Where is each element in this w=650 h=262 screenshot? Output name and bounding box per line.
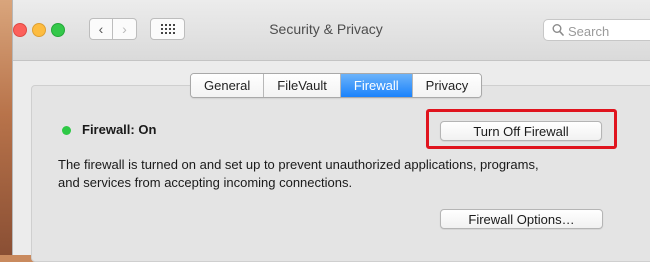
firewall-status-indicator <box>62 126 71 135</box>
firewall-description: The firewall is turned on and set up to … <box>58 156 598 192</box>
tab-filevault[interactable]: FileVault <box>263 74 340 97</box>
title-bar: ‹ › Security & Privacy <box>13 0 650 61</box>
turn-off-firewall-button[interactable]: Turn Off Firewall <box>440 121 602 141</box>
firewall-description-line-2: and services from accepting incoming con… <box>58 175 353 190</box>
firewall-description-line-1: The firewall is turned on and set up to … <box>58 157 539 172</box>
firewall-status-label: Firewall: On <box>82 122 157 137</box>
search-icon <box>552 24 564 36</box>
tab-privacy[interactable]: Privacy <box>411 74 482 97</box>
search-field[interactable] <box>543 19 650 41</box>
tab-firewall[interactable]: Firewall <box>339 74 412 97</box>
search-input[interactable] <box>566 22 650 40</box>
firewall-options-button[interactable]: Firewall Options… <box>440 209 603 229</box>
tab-general[interactable]: General <box>191 74 264 97</box>
tab-bar: General FileVault Firewall Privacy <box>190 73 483 98</box>
